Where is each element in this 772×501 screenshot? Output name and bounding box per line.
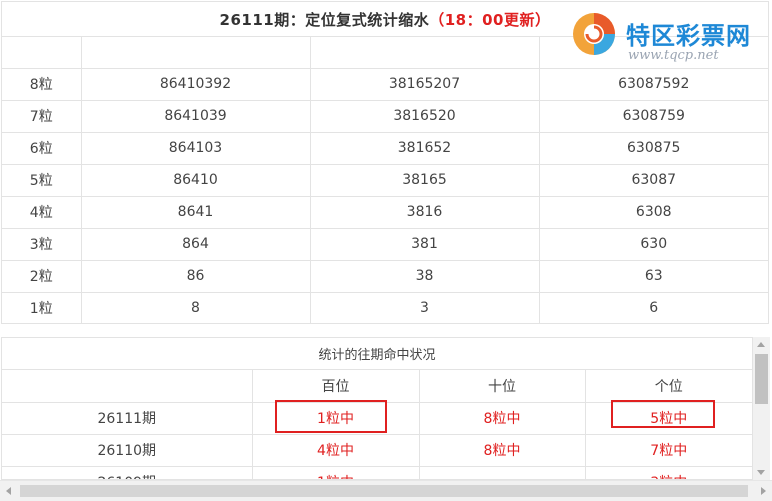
header-tens: 十位 [418,370,586,403]
update-time: （18：00更新） [429,10,551,29]
hundreds-value: 864 [80,227,311,261]
header-cell [309,37,540,69]
scroll-up-icon[interactable] [757,342,765,347]
units-value: 63087 [538,163,768,197]
scroll-down-icon[interactable] [757,470,765,475]
tens-value: 3816 [309,195,540,229]
horizontal-scrollbar[interactable] [0,480,772,501]
swirl-logo-icon [573,13,615,55]
scroll-right-icon[interactable] [761,487,766,495]
hundreds-hit: 4粒中 [251,433,420,467]
table-row: 7粒 8641039 3816520 6308759 [2,99,768,133]
position-stats-table: 8粒 86410392 38165207 63087592 7粒 8641039… [2,37,768,324]
vertical-scrollbar[interactable] [753,337,770,480]
table-row: 3粒 864 381 630 [2,227,768,261]
table-row: 26111期 1粒中 8粒中 5粒中 [2,401,752,435]
history-header-row: 百位 十位 个位 [2,370,752,403]
row-label: 2粒 [2,259,82,293]
row-label: 1粒 [2,291,82,324]
table-row: 5粒 86410 38165 63087 [2,163,768,197]
site-logo[interactable]: 特区彩票网 www.tqcp.net [570,10,770,68]
units-hit: 5粒中 [584,401,752,435]
table-row: 8粒 86410392 38165207 63087592 [2,67,768,101]
hundreds-value: 8641 [80,195,311,229]
history-hit-table: 百位 十位 个位 26111期 1粒中 8粒中 5粒中 26110期 4粒中 8… [2,370,752,479]
issue-label: 26111期 [2,401,253,435]
header-cell [2,37,82,69]
tens-value: 38165 [309,163,540,197]
units-value: 6 [538,291,768,324]
units-hit: 7粒中 [584,433,752,467]
hundreds-hit: 1粒中 [251,465,420,479]
row-label: 4粒 [2,195,82,229]
tens-value: 3 [309,291,540,324]
row-label: 5粒 [2,163,82,197]
units-value: 630875 [538,131,768,165]
units-value: 6308 [538,195,768,229]
hundreds-value: 864103 [80,131,311,165]
hundreds-value: 8641039 [80,99,311,133]
tens-hit: 8粒中 [418,433,586,467]
title-main: 26111期：定位复式统计缩水 [219,10,430,29]
table-row: 1粒 8 3 6 [2,291,768,324]
units-value: 63087592 [538,67,768,101]
history-title: 统计的往期命中状况 [2,338,752,370]
tens-value: 381652 [309,131,540,165]
table-row: 6粒 864103 381652 630875 [2,131,768,165]
table-row: 26110期 4粒中 8粒中 7粒中 [2,433,752,467]
hundreds-value: 86410 [80,163,311,197]
units-value: 630 [538,227,768,261]
tens-value: 381 [309,227,540,261]
hundreds-value: 86 [80,259,311,293]
history-hit-panel: 统计的往期命中状况 百位 十位 个位 26111期 1粒中 8粒中 5粒中 26… [1,337,753,480]
header-hundreds: 百位 [251,370,420,403]
issue-label: 26109期 [2,465,253,479]
table-row: 4粒 8641 3816 6308 [2,195,768,229]
hundreds-value: 86410392 [80,67,311,101]
vertical-scroll-thumb[interactable] [755,354,768,404]
header-cell [2,370,253,403]
horizontal-scroll-thumb[interactable] [20,485,748,497]
table-row: 2粒 86 38 63 [2,259,768,293]
issue-label: 26110期 [2,433,253,467]
tens-hit: 8粒中 [418,401,586,435]
logo-name: 特区彩票网 [626,22,751,50]
hundreds-hit: 1粒中 [251,401,420,435]
header-units: 个位 [584,370,752,403]
row-label: 6粒 [2,131,82,165]
row-label: 8粒 [2,67,82,101]
units-value: 6308759 [538,99,768,133]
units-hit: 3粒中 [584,465,752,479]
logo-url: www.tqcp.net [628,48,719,63]
scroll-left-icon[interactable] [6,487,11,495]
units-value: 63 [538,259,768,293]
tens-hit [418,465,586,479]
hundreds-value: 8 [80,291,311,324]
row-label: 7粒 [2,99,82,133]
row-label: 3粒 [2,227,82,261]
tens-value: 38165207 [309,67,540,101]
tens-value: 3816520 [309,99,540,133]
table-row: 26109期 1粒中 3粒中 [2,465,752,479]
tens-value: 38 [309,259,540,293]
header-cell [80,37,311,69]
